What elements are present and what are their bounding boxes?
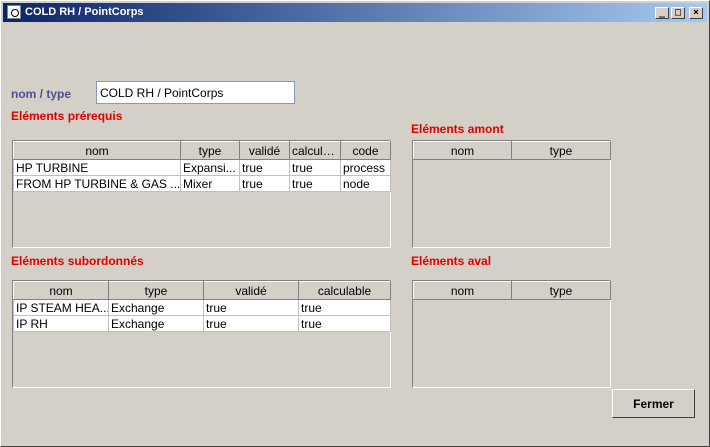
- subordonnes-grid: nom type validé calculable IP STEAM HEA.…: [13, 281, 391, 332]
- window-title: COLD RH / PointCorps: [25, 6, 144, 18]
- table-cell: Mixer: [180, 175, 240, 192]
- table-cell: Expansi...: [180, 159, 240, 176]
- column-header-calculable[interactable]: calculable: [298, 281, 391, 300]
- aval-grid: nom type: [413, 281, 611, 300]
- table-cell: node: [340, 175, 391, 192]
- table-row[interactable]: HP TURBINE Expansi... true true process: [13, 159, 391, 176]
- table-cell: true: [239, 175, 290, 192]
- column-header-valide[interactable]: validé: [239, 141, 290, 160]
- app-icon: [7, 5, 21, 19]
- table-cell: IP RH: [13, 315, 109, 332]
- column-header-nom[interactable]: nom: [413, 281, 512, 300]
- table-cell: true: [289, 159, 341, 176]
- title-bar[interactable]: COLD RH / PointCorps _ □ ×: [3, 3, 707, 22]
- column-header-nom[interactable]: nom: [413, 141, 512, 160]
- column-header-nom[interactable]: nom: [13, 281, 109, 300]
- column-header-code[interactable]: code: [340, 141, 391, 160]
- table-cell: true: [203, 315, 299, 332]
- name-type-label: nom / type: [11, 87, 72, 101]
- table-row[interactable]: IP RH Exchange true true: [13, 315, 391, 332]
- aval-title: Eléments aval: [411, 254, 492, 268]
- column-header-calculable[interactable]: calcula...: [289, 141, 341, 160]
- table-cell: true: [203, 299, 299, 316]
- aval-table[interactable]: nom type: [412, 280, 611, 388]
- column-header-type[interactable]: type: [180, 141, 240, 160]
- amont-table[interactable]: nom type: [412, 140, 611, 248]
- name-type-field[interactable]: COLD RH / PointCorps: [96, 81, 295, 104]
- table-cell: HP TURBINE: [13, 159, 181, 176]
- minimize-button[interactable]: _: [655, 7, 669, 19]
- subordonnes-title: Eléments subordonnés: [11, 254, 144, 268]
- column-header-type[interactable]: type: [511, 141, 611, 160]
- column-header-type[interactable]: type: [511, 281, 611, 300]
- prerequis-grid: nom type validé calcula... code HP TURBI…: [13, 141, 391, 192]
- table-cell: true: [289, 175, 341, 192]
- amont-title: Eléments amont: [411, 122, 504, 136]
- table-row[interactable]: FROM HP TURBINE & GAS ... Mixer true tru…: [13, 175, 391, 192]
- column-header-nom[interactable]: nom: [13, 141, 181, 160]
- table-cell: process: [340, 159, 391, 176]
- table-cell: true: [298, 315, 391, 332]
- table-row[interactable]: IP STEAM HEA... Exchange true true: [13, 299, 391, 316]
- prerequis-title: Eléments prérequis: [11, 109, 123, 123]
- table-cell: true: [239, 159, 290, 176]
- table-cell: true: [298, 299, 391, 316]
- column-header-valide[interactable]: validé: [203, 281, 299, 300]
- maximize-button[interactable]: □: [671, 7, 685, 19]
- table-cell: FROM HP TURBINE & GAS ...: [13, 175, 181, 192]
- table-cell: Exchange: [108, 299, 204, 316]
- table-cell: Exchange: [108, 315, 204, 332]
- close-window-button[interactable]: ×: [689, 7, 703, 19]
- table-cell: IP STEAM HEA...: [13, 299, 109, 316]
- amont-grid: nom type: [413, 141, 611, 160]
- column-header-type[interactable]: type: [108, 281, 204, 300]
- prerequis-table[interactable]: nom type validé calcula... code HP TURBI…: [12, 140, 391, 248]
- fermer-button[interactable]: Fermer: [612, 389, 695, 418]
- subordonnes-table[interactable]: nom type validé calculable IP STEAM HEA.…: [12, 280, 391, 388]
